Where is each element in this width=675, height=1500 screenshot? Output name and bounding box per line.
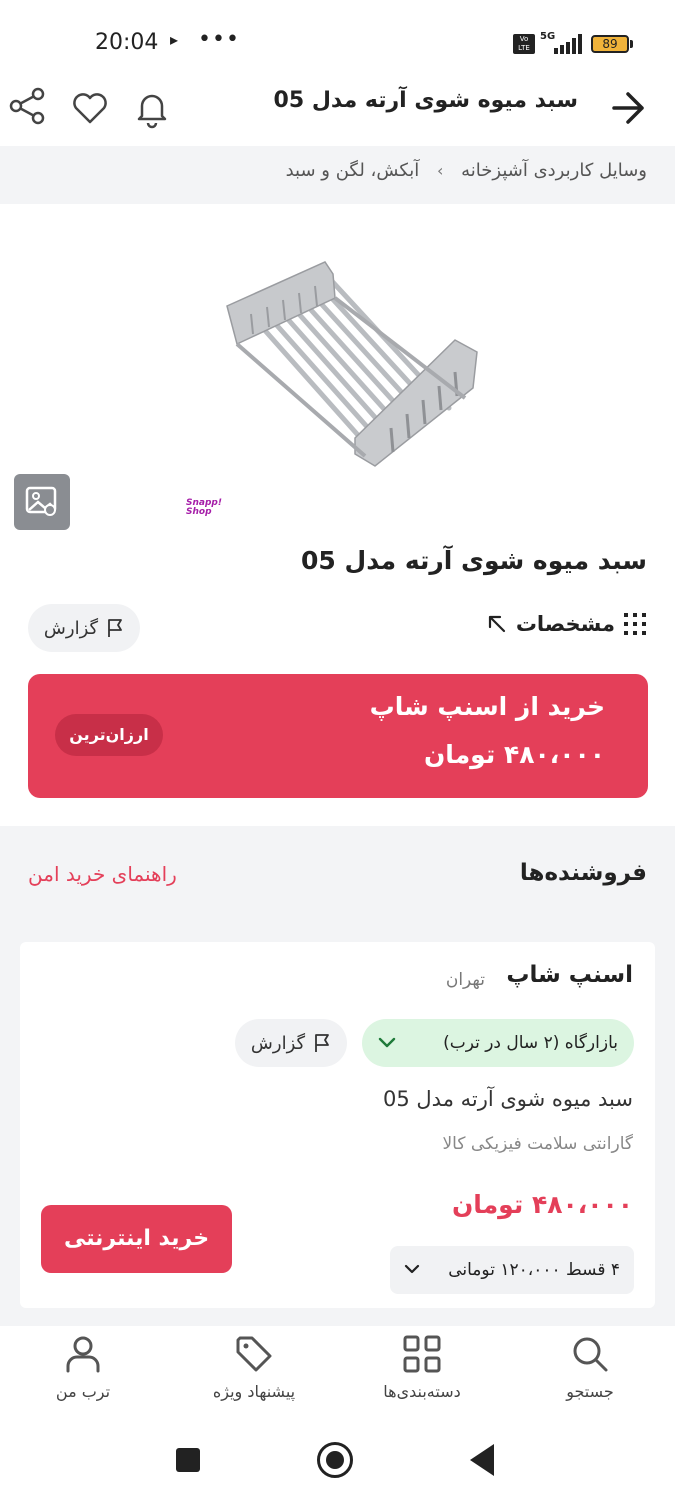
buy-box-price: ۴۸۰،۰۰۰ تومان (423, 740, 605, 769)
dots-grid-icon (624, 613, 646, 635)
back-arrow-icon[interactable] (606, 88, 650, 128)
chevron-down-icon (404, 1264, 420, 1274)
recents-button[interactable] (176, 1448, 200, 1472)
seller-city: تهران (445, 970, 485, 990)
report-button[interactable]: گزارش (28, 604, 140, 652)
heart-icon[interactable] (68, 86, 112, 130)
flag-icon (315, 1034, 329, 1052)
user-icon (66, 1336, 100, 1373)
sellers-heading: فروشنده‌ها (519, 860, 647, 886)
store-logo: Snapp! Shop (186, 498, 222, 517)
breadcrumb-separator: › (437, 161, 444, 180)
specs-link[interactable]: مشخصات (486, 612, 647, 636)
search-icon (573, 1337, 608, 1372)
product-image[interactable] (215, 248, 490, 473)
nav-label: پیشنهاد ویژه (212, 1382, 296, 1401)
grid-icon (403, 1335, 441, 1373)
breadcrumb-item[interactable]: آبکش، لگن و سبد (286, 160, 420, 181)
image-gallery-icon (25, 486, 57, 516)
marketplace-badge[interactable]: بازارگاه (۲ سال در ترب) (362, 1019, 634, 1067)
breadcrumb-item[interactable]: وسایل کاربردی آشپزخانه (461, 160, 647, 181)
seller-report-button[interactable]: گزارش (235, 1019, 347, 1067)
tag-icon (236, 1336, 272, 1372)
nav-label: ترب من (55, 1382, 111, 1401)
seller-name[interactable]: اسنپ شاپ (506, 962, 633, 988)
status-time: 20:04 (95, 30, 159, 55)
network-type: 5G (540, 31, 556, 42)
home-button-dot (326, 1451, 344, 1469)
cheapest-badge: ارزان‌ترین (55, 714, 163, 756)
report-label: گزارش (250, 1032, 306, 1054)
bell-icon[interactable] (130, 86, 174, 130)
seller-price: ۴۸۰،۰۰۰ تومان (451, 1190, 633, 1219)
media-play-icon: ▸ (170, 30, 179, 49)
warranty-text: گارانتی سلامت فیزیکی کالا (442, 1134, 633, 1154)
share-icon[interactable] (6, 84, 50, 128)
nav-label: جستجو (566, 1382, 614, 1401)
gallery-button[interactable] (14, 474, 70, 530)
marketplace-label: بازارگاه (۲ سال در ترب) (443, 1033, 618, 1053)
safe-purchase-guide-link[interactable]: راهنمای خرید امن (28, 862, 177, 886)
installment-dropdown[interactable]: ۴ قسط ۱۲۰،۰۰۰ تومانی (390, 1246, 634, 1294)
chevron-down-icon (378, 1037, 396, 1048)
volte-icon: Vo LTE (513, 34, 535, 54)
installment-label: ۴ قسط ۱۲۰،۰۰۰ تومانی (448, 1260, 620, 1280)
signal-icon (554, 34, 582, 54)
battery-icon: 89 (591, 35, 629, 53)
nav-label: دسته‌بندی‌ها (383, 1382, 461, 1401)
specs-label: مشخصات (515, 612, 615, 636)
arrow-up-left-icon (488, 615, 505, 633)
report-label: گزارش (43, 617, 99, 639)
breadcrumb: وسایل کاربردی آشپزخانه › آبکش، لگن و سبد (0, 146, 675, 204)
nav-item-categories[interactable]: دسته‌بندی‌ها (362, 1334, 482, 1401)
buy-online-button[interactable]: خرید اینترنتی (41, 1205, 232, 1273)
battery-tip (630, 40, 633, 48)
buy-box-title: خرید از اسنپ شاپ (369, 692, 605, 721)
product-title: سبد میوه شوی آرته مدل 05 (301, 546, 647, 575)
nav-item-special-offer[interactable]: پیشنهاد ویژه (194, 1334, 314, 1401)
nav-item-search[interactable]: جستجو (530, 1334, 650, 1401)
more-notifications-icon: ••• (198, 27, 240, 52)
nav-item-my-torob[interactable]: ترب من (23, 1334, 143, 1401)
flag-icon (108, 619, 122, 637)
seller-product-name: سبد میوه شوی آرته مدل 05 (383, 1087, 633, 1111)
header-title: سبد میوه شوی آرته مدل 05 (273, 88, 578, 113)
system-back-button[interactable] (470, 1444, 494, 1476)
